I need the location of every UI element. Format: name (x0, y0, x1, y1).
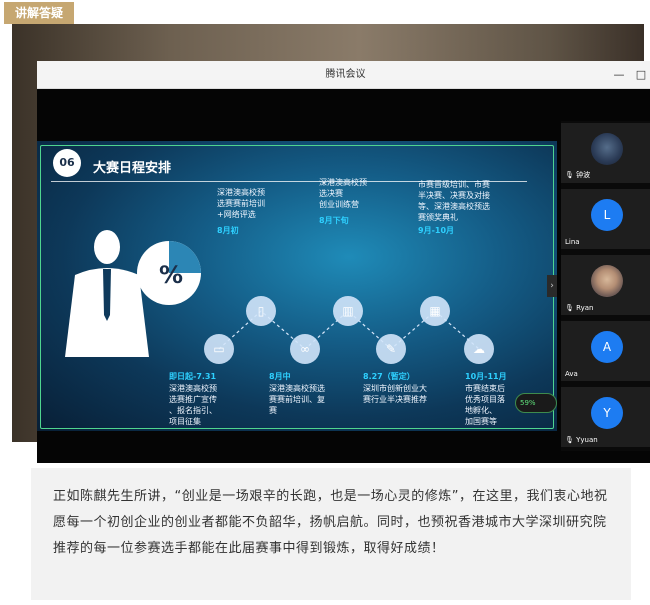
network-status-badge: 59% (515, 393, 557, 413)
avatar: L (591, 199, 623, 231)
link-icon: ∞ (290, 334, 320, 364)
participant-name: Lina (565, 238, 580, 246)
participant-tile[interactable]: A Ava (561, 321, 650, 381)
window-title: 腾讯会议 (325, 69, 366, 80)
avatar: A (591, 331, 623, 363)
caption-box: 正如陈麒先生所讲，“创业是一场艰辛的长跑，也是一场心灵的修炼”，在这里，我们衷心… (31, 468, 631, 600)
lower-item-1-date: 即日起-7.31 (169, 372, 217, 381)
participant-name: 🎙 Yyuan (565, 436, 598, 444)
lower-item-3-date: 8.27（暂定） (363, 372, 415, 381)
collapse-panel-button[interactable]: › (547, 275, 557, 297)
mic-muted-icon: 🎙 (565, 436, 574, 444)
minimize-button[interactable]: — (609, 61, 629, 89)
chat-icon: ☁ (464, 334, 494, 364)
participant-name: 🎙 Ryan (565, 304, 594, 312)
participant-tile[interactable]: 🎙 钟波 (561, 123, 650, 183)
lower-item-1-text: 深港澳高校预 选赛推广宣传 、报名指引、 项目征集 (169, 384, 217, 426)
chart-icon: ▥ (333, 296, 363, 326)
lower-item-2-date: 8月中 (269, 372, 291, 381)
mic-muted-icon: 🎙 (565, 304, 574, 312)
upper-item-3-text: 市赛晋级培训、市赛 半决赛、决赛及对接 等、深港澳高校预选 赛颁奖典礼 (418, 180, 490, 222)
lower-item-2-text: 深港澳高校预选 赛赛前培训、复赛 (269, 384, 325, 415)
shared-slide: 06 大赛日程安排 % 深港澳高校预 选赛赛前培训 +网络评选 8月初 深港澳高… (37, 141, 557, 431)
mic-muted-icon: 🎙 (565, 171, 574, 179)
participant-panel: 🎙 钟波 L Lina 🎙 Ryan A Ava Y 🎙 Yyuan (561, 121, 650, 451)
pen-icon: ✎ (376, 334, 406, 364)
lower-item-4-date: 10月-11月 (465, 372, 507, 381)
upper-item-1-date: 8月初 (217, 226, 239, 235)
upper-item-1-text: 深港澳高校预 选赛赛前培训 +网络评选 (217, 188, 265, 219)
meeting-window: 腾讯会议 — □ 06 大赛日程安排 % 深港澳高校预 选赛赛前培训 +网络评选… (37, 61, 650, 463)
lower-item-4-text: 市赛结束后 优秀项目落 地孵化、 加国赛等 (465, 384, 505, 426)
monitor-icon: ▭ (204, 334, 234, 364)
upper-item-3-date: 9月-10月 (418, 226, 455, 235)
avatar (591, 133, 623, 165)
maximize-button[interactable]: □ (631, 61, 650, 89)
caption-text: 正如陈麒先生所讲，“创业是一场艰辛的长跑，也是一场心灵的修炼”，在这里，我们衷心… (53, 489, 608, 556)
participant-tile[interactable]: Y 🎙 Yyuan (561, 387, 650, 447)
film-icon: ▦ (420, 296, 450, 326)
participant-tile[interactable]: L Lina (561, 189, 650, 249)
upper-item-2-date: 8月下旬 (319, 216, 349, 225)
presentation-photo: 腾讯会议 — □ 06 大赛日程安排 % 深港澳高校预 选赛赛前培训 +网络评选… (12, 24, 650, 463)
participant-name: 🎙 钟波 (565, 171, 591, 179)
upper-item-2-text: 深港澳高校预 选决赛 创业训练营 (319, 178, 367, 209)
window-titlebar: 腾讯会议 — □ (37, 61, 650, 89)
participant-name: Ava (565, 370, 578, 378)
avatar: Y (591, 397, 623, 429)
lower-item-3-text: 深圳市创新创业大 赛行业半决赛推荐 (363, 384, 427, 404)
avatar (591, 265, 623, 297)
phone-icon: ▯ (246, 296, 276, 326)
participant-tile[interactable]: 🎙 Ryan (561, 255, 650, 315)
section-tag: 讲解答疑 (4, 2, 74, 24)
